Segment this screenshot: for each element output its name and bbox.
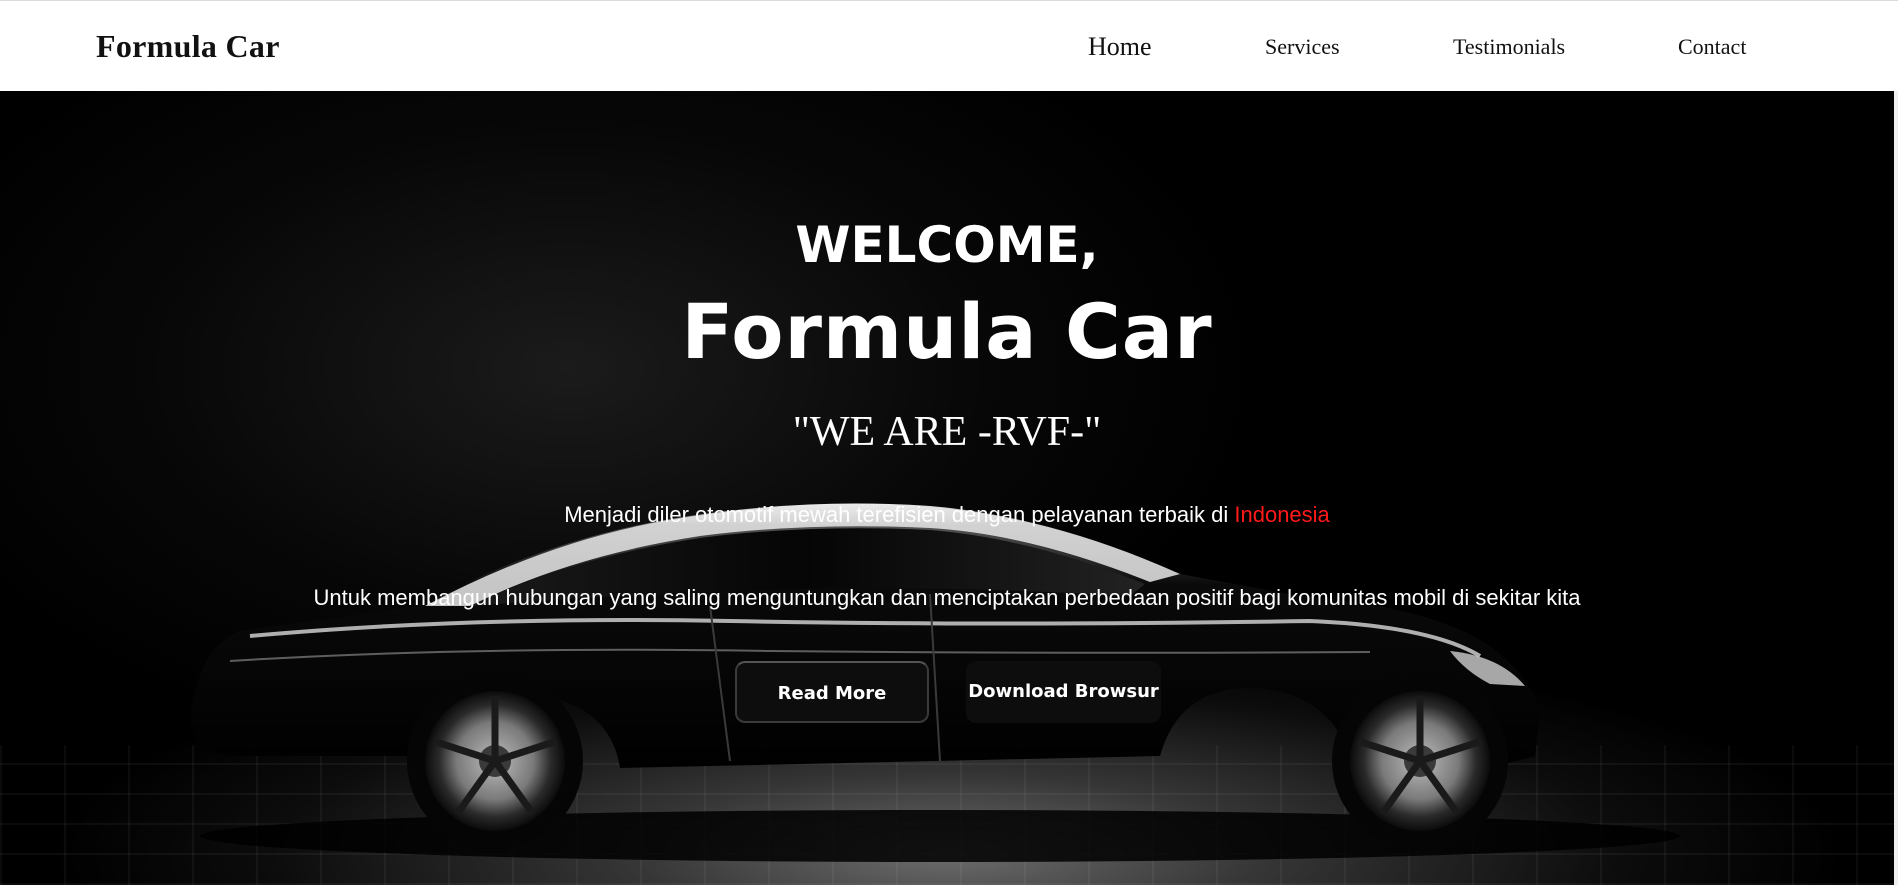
hero-motto: "WE ARE -RVF-" (792, 409, 1102, 455)
read-more-button[interactable]: Read More (735, 661, 929, 723)
hero-mission: Untuk membangun hubungan yang saling men… (313, 585, 1581, 610)
tagline-highlight: Indonesia (1234, 502, 1330, 527)
right-edge-strip (1894, 91, 1898, 885)
hero-section: WELCOME, Formula Car "WE ARE -RVF-" Menj… (0, 91, 1894, 885)
hero-title: Formula Car (681, 287, 1213, 376)
nav-link-contact[interactable]: Contact (1678, 34, 1746, 60)
tagline-text: Menjadi diler otomotif mewah terefisien … (564, 502, 1235, 527)
nav-link-services[interactable]: Services (1265, 34, 1340, 60)
download-brochure-button[interactable]: Download Browsur (966, 661, 1161, 723)
navbar: Formula Car Home Services Testimonials C… (0, 0, 1898, 91)
welcome-heading: WELCOME, (795, 216, 1099, 274)
page: Formula Car Home Services Testimonials C… (0, 0, 1898, 885)
hero-tagline: Menjadi diler otomotif mewah terefisien … (0, 502, 1894, 528)
nav-link-testimonials[interactable]: Testimonials (1453, 34, 1565, 60)
nav-link-home[interactable]: Home (1088, 32, 1152, 62)
hero-content: WELCOME, Formula Car "WE ARE -RVF-" Menj… (0, 91, 1894, 885)
brand-logo[interactable]: Formula Car (96, 28, 280, 65)
